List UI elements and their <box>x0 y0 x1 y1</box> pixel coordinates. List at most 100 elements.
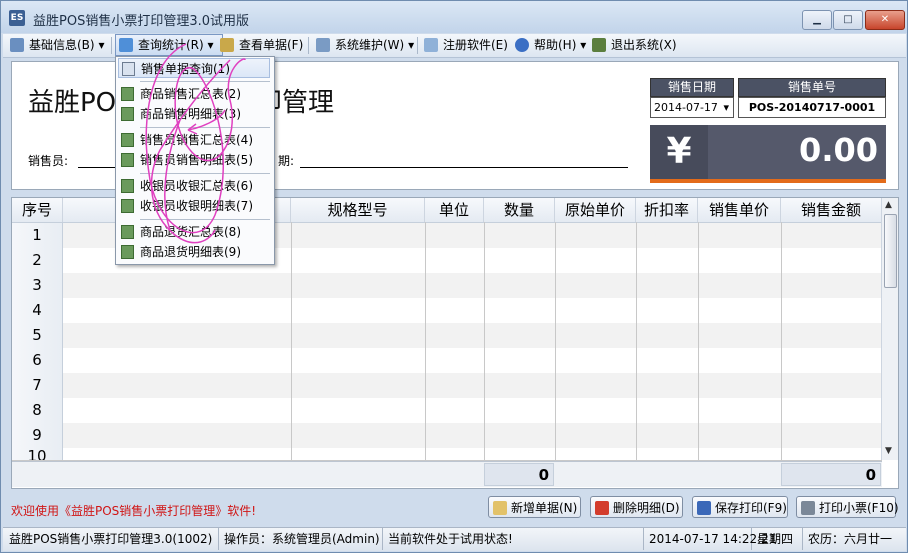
table-row[interactable]: 5 <box>12 323 882 349</box>
table-row[interactable]: 4 <box>12 298 882 324</box>
action-bar: 欢迎使用《益胜POS销售小票打印管理》软件! 新增单据(N) 删除明细(D) 保… <box>3 493 906 523</box>
row-number: 9 <box>12 423 63 448</box>
status-bar: 益胜POS销售小票打印管理3.0(1002) 操作员：系统管理员(Admin) … <box>3 527 906 551</box>
menu-exit-label: 退出系统(X) <box>611 38 677 52</box>
col-orig-price[interactable]: 原始单价 <box>555 198 636 222</box>
menu-item-return-summary[interactable]: 商品退货汇总表(8) <box>118 222 270 242</box>
menu-system-label: 系统维护(W) <box>335 38 405 52</box>
menu-item-label: 收银员收银汇总表(6) <box>140 179 253 193</box>
sale-date-box: 销售日期 2014-07-17 ▾ <box>650 78 734 118</box>
report-icon <box>121 225 134 239</box>
menu-separator <box>140 173 270 174</box>
status-weekday: 星期四 <box>751 528 803 550</box>
menu-item-cashier-detail[interactable]: 收银员收银明细表(7) <box>118 196 270 216</box>
table-row[interactable]: 10 <box>12 448 882 461</box>
menu-item-salesperson-detail[interactable]: 销售员销售明细表(5) <box>118 150 270 170</box>
menu-item-sales-bill-query[interactable]: 销售单据查询(1) <box>118 58 270 78</box>
menu-separator <box>140 219 270 220</box>
menu-view-bill[interactable]: 查看单据(F) <box>217 35 303 55</box>
table-row[interactable]: 6 <box>12 348 882 374</box>
menu-item-label: 商品退货明细表(9) <box>140 245 241 259</box>
order-number-value: POS-20140717-0001 <box>738 97 886 118</box>
maximize-button[interactable]: □ <box>833 10 863 30</box>
menu-item-label: 商品退货汇总表(8) <box>140 225 241 239</box>
date-field-label: 期: <box>278 154 295 168</box>
close-button[interactable]: ✕ <box>865 10 905 30</box>
menu-separator <box>140 127 270 128</box>
table-row[interactable]: 3 <box>12 273 882 299</box>
menu-query-stats[interactable]: 查询统计(R) ▾ <box>115 34 223 56</box>
sale-date-picker[interactable]: 2014-07-17 ▾ <box>650 97 734 118</box>
menu-item-label: 收银员收银明细表(7) <box>140 199 253 213</box>
column-divider <box>291 222 292 460</box>
remark-field[interactable] <box>300 167 628 168</box>
salesperson-field[interactable] <box>78 167 118 168</box>
report-icon <box>121 87 134 101</box>
table-row[interactable]: 9 <box>12 423 882 449</box>
table-scrollbar[interactable]: ▲ ▼ <box>881 198 898 460</box>
table-row[interactable]: 8 <box>12 398 882 424</box>
delete-icon <box>595 501 609 515</box>
menu-item-salesperson-summary[interactable]: 销售员销售汇总表(4) <box>118 130 270 150</box>
order-number-head: 销售单号 <box>738 78 886 97</box>
menu-system[interactable]: 系统维护(W) ▾ <box>313 35 414 55</box>
register-icon <box>424 38 438 52</box>
report-icon <box>121 133 134 147</box>
save-print-button[interactable]: 保存打印(F9) <box>692 496 788 518</box>
row-number: 3 <box>12 273 63 298</box>
app-icon: ES <box>9 10 25 26</box>
menu-help[interactable]: 帮助(H) ▾ <box>512 35 586 55</box>
report-icon <box>121 179 134 193</box>
col-discount[interactable]: 折扣率 <box>636 198 698 222</box>
menu-separator <box>308 37 309 54</box>
column-divider <box>484 222 485 460</box>
col-sale-price[interactable]: 销售单价 <box>698 198 781 222</box>
delete-detail-button[interactable]: 删除明细(D) <box>590 496 683 518</box>
print-receipt-button[interactable]: 打印小票(F10) <box>796 496 899 518</box>
col-unit[interactable]: 单位 <box>425 198 484 222</box>
print-receipt-label: 打印小票(F10) <box>819 501 899 515</box>
scrollbar-thumb[interactable] <box>884 214 897 288</box>
minimize-button[interactable]: ▁ <box>802 10 832 30</box>
menu-basic-info[interactable]: 基础信息(B) ▾ <box>7 35 104 55</box>
menu-query-stats-label: 查询统计(R) <box>138 38 204 52</box>
menu-item-product-sales-detail[interactable]: 商品销售明细表(3) <box>118 104 270 124</box>
chart-icon <box>119 38 133 52</box>
salesperson-label: 销售员: <box>28 154 69 168</box>
order-number-box: 销售单号 POS-20140717-0001 <box>738 78 886 118</box>
scroll-up-icon[interactable]: ▲ <box>885 200 892 210</box>
exit-icon <box>592 38 606 52</box>
status-trial: 当前软件处于试用状态! <box>382 528 644 550</box>
col-amount[interactable]: 销售金额 <box>781 198 882 222</box>
column-divider <box>555 222 556 460</box>
total-amount-box: ¥ 0.00 <box>650 125 886 183</box>
sale-date-head: 销售日期 <box>650 78 734 97</box>
menu-view-bill-label: 查看单据(F) <box>239 38 304 52</box>
menu-item-label: 销售单据查询(1) <box>141 62 230 76</box>
title-bar[interactable]: ES 益胜POS销售小票打印管理3.0试用版 ▁ □ ✕ <box>1 1 907 33</box>
total-amount: 0.00 <box>799 131 878 169</box>
menu-item-label: 商品销售明细表(3) <box>140 107 241 121</box>
menu-item-label: 商品销售汇总表(2) <box>140 87 241 101</box>
col-qty[interactable]: 数量 <box>484 198 555 222</box>
printer-icon <box>801 501 815 515</box>
status-app: 益胜POS销售小票打印管理3.0(1002) <box>3 528 219 550</box>
col-spec[interactable]: 规格型号 <box>291 198 425 222</box>
scroll-down-icon[interactable]: ▼ <box>885 446 892 456</box>
new-bill-button[interactable]: 新增单据(N) <box>488 496 581 518</box>
chevron-down-icon[interactable]: ▾ <box>723 98 729 117</box>
row-number: 8 <box>12 398 63 423</box>
row-number: 4 <box>12 298 63 323</box>
menu-item-label: 销售员销售汇总表(4) <box>140 133 253 147</box>
col-index[interactable]: 序号 <box>12 198 63 222</box>
menu-item-cashier-summary[interactable]: 收银员收银汇总表(6) <box>118 176 270 196</box>
menu-exit[interactable]: 退出系统(X) <box>589 35 677 55</box>
menu-item-product-sales-summary[interactable]: 商品销售汇总表(2) <box>118 84 270 104</box>
table-row[interactable]: 7 <box>12 373 882 399</box>
status-lunar: 农历：六月廿一 <box>808 532 893 546</box>
sum-amount: 0 <box>781 463 881 486</box>
menu-register-label: 注册软件(E) <box>443 38 508 52</box>
status-datetime: 2014-07-17 14:22:21 <box>643 528 776 550</box>
menu-register[interactable]: 注册软件(E) <box>421 35 508 55</box>
menu-item-return-detail[interactable]: 商品退货明细表(9) <box>118 242 270 262</box>
